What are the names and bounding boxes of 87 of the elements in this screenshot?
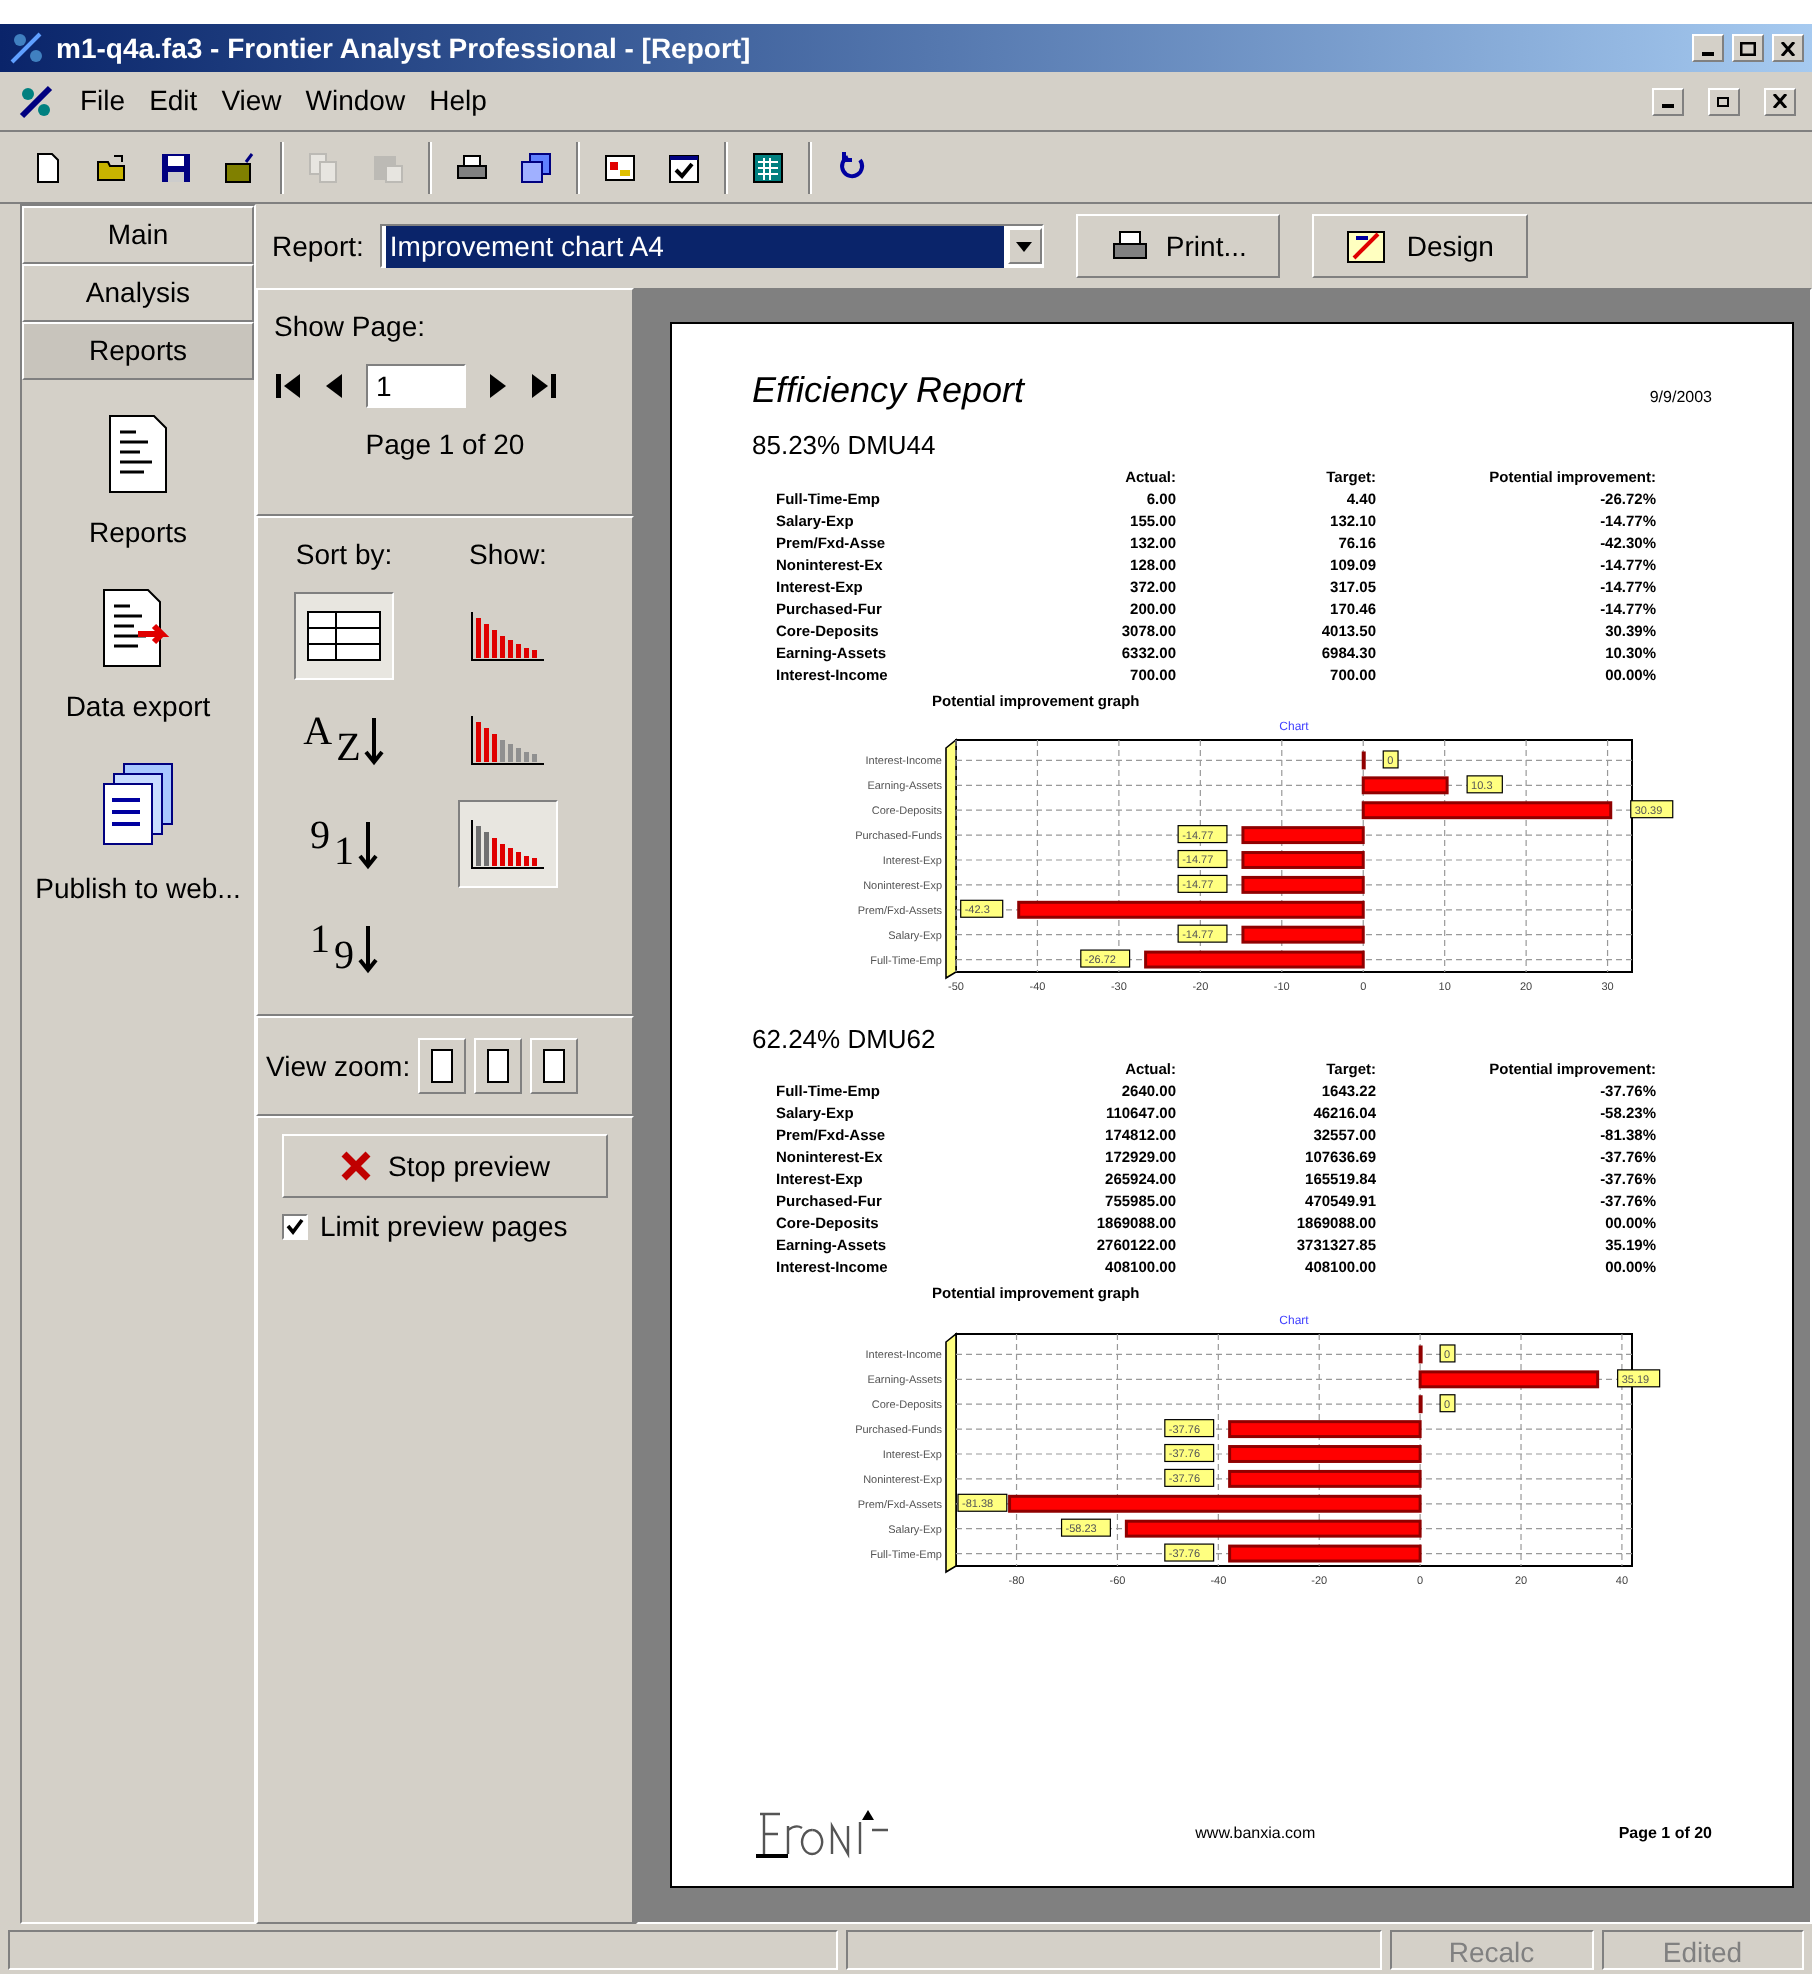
page-icon <box>540 1048 569 1084</box>
report-document-icon <box>104 412 172 496</box>
close-button[interactable] <box>1764 87 1796 115</box>
navigation-item[interactable]: Reports <box>88 412 188 554</box>
checkbox-label: Limit preview pages <box>320 1208 568 1246</box>
sort-option[interactable]: 91 <box>294 800 394 888</box>
close-icon <box>340 1150 373 1182</box>
maximize-button[interactable] <box>1732 34 1764 62</box>
down-arrow-icon <box>358 922 378 974</box>
section-heading: 62.24% DMU62 <box>752 1021 938 1058</box>
bar-chart-icon <box>468 816 548 872</box>
minimize-button[interactable] <box>1652 87 1684 115</box>
navigation-tab[interactable]: Analysis <box>22 264 254 322</box>
table-grid-icon <box>304 606 384 666</box>
footer-page: Page 1 of 20 <box>1618 1822 1712 1846</box>
sort-glyph: 9 <box>310 816 330 856</box>
bar <box>1361 775 1449 794</box>
sort-glyph: 1 <box>334 832 354 872</box>
close-icon <box>1780 41 1796 55</box>
frontier-logo <box>752 1806 892 1862</box>
menu-item[interactable]: Window <box>305 80 406 122</box>
restore-icon <box>1716 94 1732 108</box>
report-label: Report: <box>272 227 364 266</box>
page-number-field[interactable]: 1 <box>366 364 466 408</box>
sort-glyph: Z <box>336 728 361 768</box>
next-page-icon[interactable] <box>490 374 506 398</box>
bar <box>1241 925 1365 944</box>
down-arrow-icon <box>364 714 385 766</box>
zoom-button[interactable] <box>474 1038 523 1094</box>
stop-preview-button[interactable]: Stop preview <box>282 1134 608 1198</box>
sort-glyph: 1 <box>310 920 330 960</box>
page-icon <box>484 1048 513 1084</box>
footer-url: www.banxia.com <box>1195 1822 1316 1846</box>
bar <box>1241 850 1365 869</box>
close-button[interactable] <box>1772 34 1804 62</box>
show-page-label: Show Page: <box>274 308 427 346</box>
bar <box>1418 1344 1423 1363</box>
report-dropdown[interactable]: Improvement chart A4 <box>379 224 1044 268</box>
view-zoom-label: View zoom: <box>266 1047 411 1085</box>
first-page-icon[interactable] <box>274 374 302 398</box>
show-label: Show: <box>469 536 547 574</box>
app-logo-icon <box>8 30 48 66</box>
app-logo-icon <box>16 81 56 121</box>
last-page-icon[interactable] <box>530 374 558 398</box>
show-option[interactable] <box>458 800 558 888</box>
bar <box>1241 825 1365 844</box>
sort-by-label: Sort by: <box>295 536 393 574</box>
sort-option[interactable] <box>294 592 394 680</box>
sort-option[interactable]: AZ <box>294 696 394 784</box>
window-title: m1-q4a.fa3 - Frontier Analyst Professional - [Report] <box>56 29 753 68</box>
menu-item[interactable]: File <box>80 80 126 122</box>
close-icon <box>1772 94 1788 108</box>
bar <box>1361 751 1366 769</box>
checkbox[interactable] <box>282 1214 308 1240</box>
bar <box>1241 875 1365 894</box>
restore-button[interactable] <box>1708 87 1740 115</box>
navigation-tab[interactable]: Main <box>22 206 254 264</box>
menu-item[interactable]: Edit <box>149 80 198 122</box>
design-button[interactable]: Design <box>1312 214 1528 278</box>
caret-icon <box>1016 241 1033 251</box>
navigation-tab[interactable]: Reports <box>22 322 254 380</box>
navigation-item[interactable]: Publish to web... <box>35 760 241 910</box>
down-arrow-icon <box>358 818 378 870</box>
page-status: Page 1 of 20 <box>363 426 527 464</box>
zoom-button[interactable] <box>418 1038 467 1094</box>
printer-icon <box>1109 228 1150 264</box>
status-panel: Recalc <box>1390 1929 1593 1969</box>
report-title: Efficiency Report <box>752 368 1025 414</box>
navigation-item[interactable]: Data export <box>65 586 211 728</box>
bar-chart-icon <box>468 608 548 664</box>
maximize-icon <box>1740 41 1756 55</box>
design-tools-icon <box>1346 226 1391 266</box>
previous-page-icon[interactable] <box>326 374 342 398</box>
report-date: 9/9/2003 <box>1649 386 1712 410</box>
bar-chart-icon <box>468 712 548 768</box>
section-heading: 85.23% DMU44 <box>752 428 938 464</box>
page-icon <box>428 1048 457 1084</box>
print-button[interactable]: Print... <box>1075 214 1281 278</box>
bar <box>1418 1394 1423 1413</box>
status-panel: Edited <box>1601 1929 1804 1969</box>
minimize-button[interactable] <box>1692 34 1724 62</box>
zoom-button[interactable] <box>530 1038 579 1094</box>
sort-option[interactable]: 19 <box>294 904 394 992</box>
sort-glyph: A <box>303 712 333 752</box>
menu-item[interactable]: View <box>221 80 282 122</box>
menu-item[interactable]: Help <box>429 80 487 122</box>
sort-glyph: 9 <box>334 936 354 976</box>
